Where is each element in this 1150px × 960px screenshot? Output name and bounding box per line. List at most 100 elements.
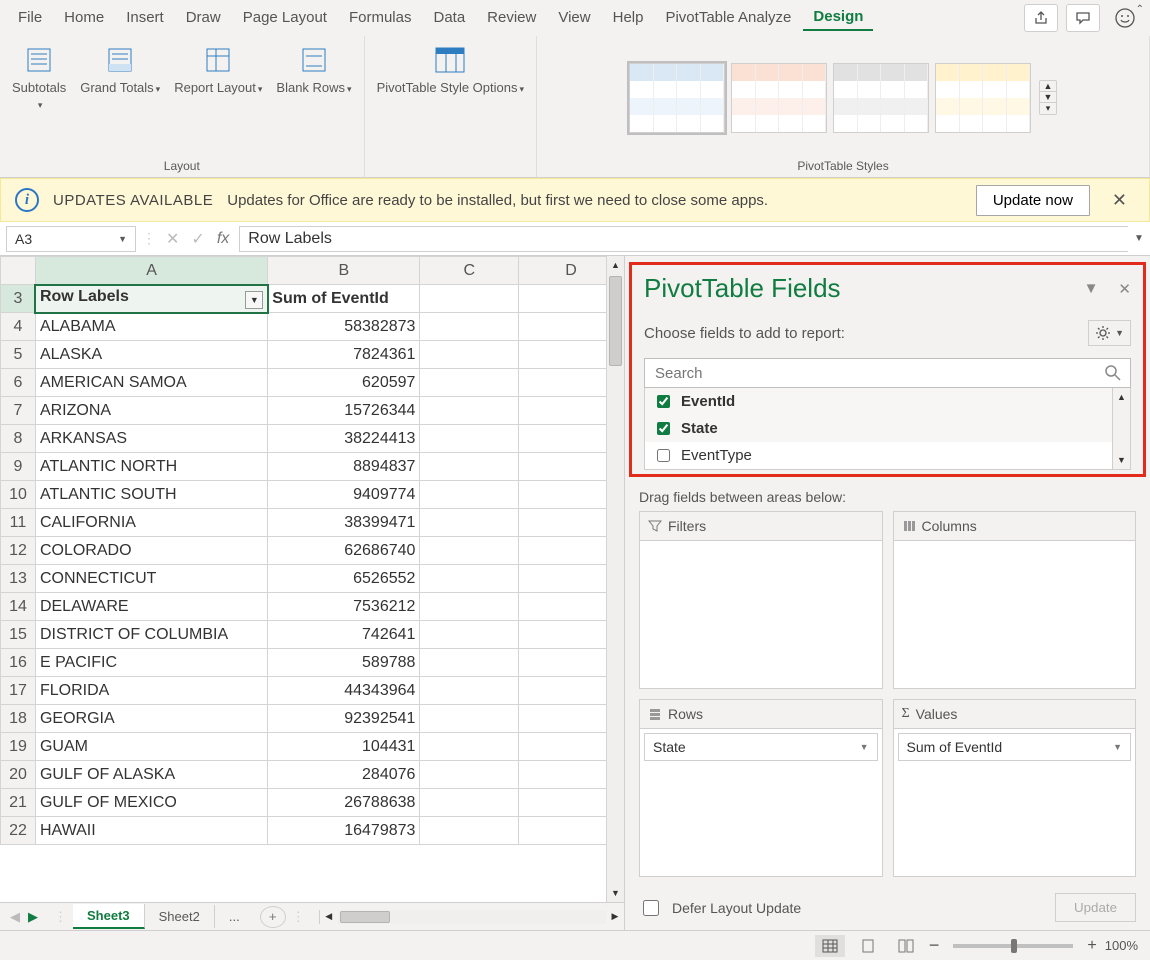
cell[interactable]	[420, 285, 519, 313]
style-gallery-spinner[interactable]: ▲ ▼ ▾	[1039, 80, 1057, 115]
cell[interactable]: 7824361	[268, 341, 420, 369]
tab-design[interactable]: Design	[803, 4, 873, 31]
tab-review[interactable]: Review	[477, 5, 546, 30]
col-header-c[interactable]: C	[420, 257, 519, 285]
tab-file[interactable]: File	[8, 5, 52, 30]
row-header[interactable]: 18	[1, 705, 36, 733]
grand-totals-button[interactable]: Grand Totals▾	[76, 40, 164, 100]
cell[interactable]: ATLANTIC NORTH	[35, 453, 267, 481]
cell[interactable]	[420, 509, 519, 537]
tab-draw[interactable]: Draw	[176, 5, 231, 30]
cell[interactable]: HAWAII	[35, 817, 267, 845]
zoom-level[interactable]: 100%	[1105, 938, 1138, 953]
message-bar-close[interactable]: ✕	[1104, 190, 1135, 211]
cell[interactable]: CONNECTICUT	[35, 565, 267, 593]
pt-style-options-button[interactable]: PivotTable Style Options▾	[373, 40, 528, 100]
cell[interactable]: 15726344	[268, 397, 420, 425]
row-header[interactable]: 7	[1, 397, 36, 425]
cell[interactable]	[420, 369, 519, 397]
cell[interactable]	[420, 677, 519, 705]
row-header[interactable]: 9	[1, 453, 36, 481]
row-header[interactable]: 5	[1, 341, 36, 369]
cell[interactable]: ATLANTIC SOUTH	[35, 481, 267, 509]
cell[interactable]: 26788638	[268, 789, 420, 817]
horizontal-scrollbar[interactable]: ◀ ▶	[319, 910, 624, 924]
style-preset-4[interactable]	[935, 63, 1031, 133]
cell[interactable]: 104431	[268, 733, 420, 761]
style-preset-2[interactable]	[731, 63, 827, 133]
row-header[interactable]: 10	[1, 481, 36, 509]
cell[interactable]: 6526552	[268, 565, 420, 593]
name-box[interactable]: A3 ▼	[6, 226, 136, 252]
cell[interactable]	[420, 649, 519, 677]
cell[interactable]: COLORADO	[35, 537, 267, 565]
sheet-tab-active[interactable]: Sheet3	[73, 904, 145, 929]
vertical-scrollbar[interactable]: ▲ ▼	[606, 256, 624, 902]
row-header[interactable]: 11	[1, 509, 36, 537]
pane-close-button[interactable]: ✕	[1118, 280, 1131, 298]
share-button[interactable]	[1024, 4, 1058, 32]
cell[interactable]	[420, 425, 519, 453]
cell[interactable]	[420, 593, 519, 621]
col-header-a[interactable]: A	[35, 257, 267, 285]
field-item[interactable]: EventId	[645, 388, 1130, 415]
field-scroll-down-icon[interactable]: ▼	[1113, 451, 1130, 469]
cell[interactable]: ALABAMA	[35, 313, 267, 341]
field-item[interactable]: State	[645, 415, 1130, 442]
tab-help[interactable]: Help	[603, 5, 654, 30]
row-header[interactable]: 8	[1, 425, 36, 453]
cell[interactable]	[420, 313, 519, 341]
row-header[interactable]: 14	[1, 593, 36, 621]
tools-button[interactable]: ▼	[1088, 320, 1131, 346]
cell[interactable]: Sum of EventId	[268, 285, 420, 313]
cell[interactable]	[420, 761, 519, 789]
area-rows[interactable]: Rows State▼	[639, 699, 883, 877]
cell[interactable]: 7536212	[268, 593, 420, 621]
tab-home[interactable]: Home	[54, 5, 114, 30]
cell[interactable]: 92392541	[268, 705, 420, 733]
cell[interactable]	[420, 705, 519, 733]
zoom-slider[interactable]	[953, 944, 1073, 948]
cell[interactable]	[420, 397, 519, 425]
blank-rows-button[interactable]: Blank Rows▾	[272, 40, 355, 100]
row-header[interactable]: 21	[1, 789, 36, 817]
select-all-corner[interactable]	[1, 257, 36, 285]
tab-pivottable-analyze[interactable]: PivotTable Analyze	[655, 5, 801, 30]
gallery-down-icon[interactable]: ▼	[1040, 92, 1056, 103]
cell[interactable]: ARKANSAS	[35, 425, 267, 453]
row-header[interactable]: 15	[1, 621, 36, 649]
cell[interactable]: 38399471	[268, 509, 420, 537]
field-checkbox[interactable]	[657, 449, 670, 462]
search-field[interactable]	[653, 364, 1104, 383]
cell[interactable]: 16479873	[268, 817, 420, 845]
cell[interactable]: 38224413	[268, 425, 420, 453]
field-checkbox[interactable]	[657, 422, 670, 435]
cell[interactable]: 8894837	[268, 453, 420, 481]
scrollbar-thumb[interactable]	[609, 276, 622, 366]
row-header[interactable]: 13	[1, 565, 36, 593]
cell[interactable]: 589788	[268, 649, 420, 677]
gallery-more-icon[interactable]: ▾	[1040, 103, 1056, 114]
cell[interactable]: DISTRICT OF COLUMBIA	[35, 621, 267, 649]
cell[interactable]	[420, 481, 519, 509]
cell[interactable]: GULF OF MEXICO	[35, 789, 267, 817]
cell[interactable]	[420, 341, 519, 369]
cell[interactable]: Row Labels▼	[35, 285, 267, 313]
view-page-break-button[interactable]	[891, 935, 921, 957]
comments-button[interactable]	[1066, 4, 1100, 32]
area-filters[interactable]: Filters	[639, 511, 883, 689]
cell[interactable]: GEORGIA	[35, 705, 267, 733]
view-page-layout-button[interactable]	[853, 935, 883, 957]
subtotals-button[interactable]: Subtotals▾	[8, 40, 70, 115]
defer-layout-checkbox[interactable]	[643, 900, 659, 916]
sheet-tab-other[interactable]: Sheet2	[145, 905, 215, 928]
row-header[interactable]: 16	[1, 649, 36, 677]
cell[interactable]: FLORIDA	[35, 677, 267, 705]
name-box-dropdown-icon[interactable]: ▼	[118, 234, 127, 244]
tab-view[interactable]: View	[548, 5, 600, 30]
ribbon-collapse-button[interactable]: ⌃	[1136, 4, 1144, 15]
sheet-nav-prev-icon[interactable]: ◀	[10, 909, 20, 925]
cancel-formula-icon[interactable]: ✕	[166, 229, 179, 249]
col-header-b[interactable]: B	[268, 257, 420, 285]
zoom-in-button[interactable]: +	[1087, 937, 1096, 955]
